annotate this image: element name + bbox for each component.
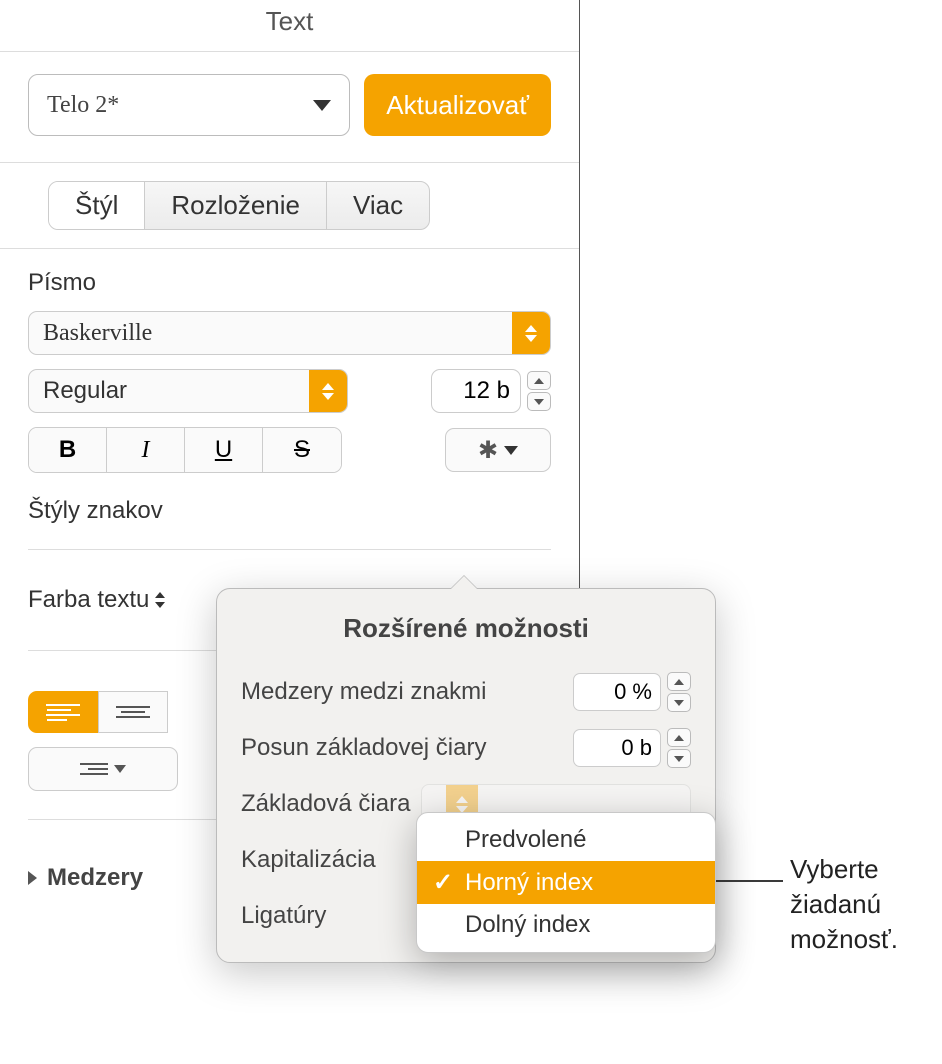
font-weight-value: Regular bbox=[29, 377, 309, 405]
align-center-button[interactable] bbox=[98, 691, 168, 733]
font-size-stepper[interactable] bbox=[527, 371, 551, 411]
baseline-label: Základová čiara bbox=[241, 790, 410, 818]
popup-button-icon bbox=[309, 370, 347, 412]
font-label: Písmo bbox=[28, 269, 551, 297]
decrease-indent-button[interactable] bbox=[28, 747, 178, 791]
popup-button-icon bbox=[512, 312, 550, 354]
capitalization-label: Kapitalizácia bbox=[241, 846, 376, 874]
tab-layout[interactable]: Rozloženie bbox=[145, 182, 327, 229]
menu-item-label: Horný index bbox=[465, 869, 593, 897]
text-color-stepper-icon[interactable] bbox=[155, 592, 165, 608]
baseline-menu-superscript[interactable]: Horný index bbox=[417, 861, 715, 904]
gear-icon: ✱ bbox=[478, 436, 498, 465]
chevron-down-icon bbox=[313, 100, 331, 111]
font-weight-select[interactable]: Regular bbox=[28, 369, 348, 413]
char-styles-label: Štýly znakov bbox=[28, 497, 551, 525]
baseline-menu: Predvolené Horný index Dolný index bbox=[416, 812, 716, 953]
baseline-menu-default[interactable]: Predvolené bbox=[417, 819, 715, 861]
stepper-down[interactable] bbox=[667, 693, 691, 712]
ligatures-label: Ligatúry bbox=[241, 902, 326, 930]
panel-title: Text bbox=[0, 0, 579, 52]
stepper-up[interactable] bbox=[667, 728, 691, 747]
baseline-shift-stepper[interactable] bbox=[667, 728, 691, 768]
stepper-down[interactable] bbox=[667, 749, 691, 768]
text-format-group: B I U S bbox=[28, 427, 342, 473]
baseline-shift-input[interactable] bbox=[573, 729, 661, 767]
underline-button[interactable]: U bbox=[185, 428, 263, 472]
strikethrough-button[interactable]: S bbox=[263, 428, 341, 472]
popover-title: Rozšírené možnosti bbox=[217, 613, 715, 644]
chevron-down-icon bbox=[504, 446, 518, 455]
stepper-up[interactable] bbox=[667, 672, 691, 691]
tab-more[interactable]: Viac bbox=[327, 182, 429, 229]
char-spacing-label: Medzery medzi znakmi bbox=[241, 678, 486, 706]
tab-style[interactable]: Štýl bbox=[49, 182, 145, 229]
paragraph-style-name: Telo 2* bbox=[47, 92, 119, 119]
advanced-options-button[interactable]: ✱ bbox=[445, 428, 551, 472]
char-spacing-input[interactable] bbox=[573, 673, 661, 711]
stepper-down[interactable] bbox=[527, 392, 551, 411]
font-family-select[interactable]: Baskerville bbox=[28, 311, 551, 355]
indent-icon bbox=[80, 763, 108, 775]
callout-line bbox=[715, 880, 783, 882]
check-icon bbox=[433, 868, 453, 897]
menu-item-label: Dolný index bbox=[465, 911, 590, 939]
font-family-value: Baskerville bbox=[29, 320, 512, 347]
text-color-label: Farba textu bbox=[28, 586, 149, 614]
baseline-menu-subscript[interactable]: Dolný index bbox=[417, 904, 715, 946]
italic-button[interactable]: I bbox=[107, 428, 185, 472]
text-tabs: Štýl Rozloženie Viac bbox=[48, 181, 430, 230]
align-left-button[interactable] bbox=[28, 691, 98, 733]
callout-text: Vyberte žiadanú možnosť. bbox=[790, 852, 940, 957]
stepper-up[interactable] bbox=[527, 371, 551, 390]
baseline-shift-label: Posun základovej čiary bbox=[241, 734, 486, 762]
spacing-label: Medzery bbox=[47, 864, 143, 892]
font-size-input[interactable] bbox=[431, 369, 521, 413]
chevron-down-icon bbox=[114, 765, 126, 773]
bold-button[interactable]: B bbox=[29, 428, 107, 472]
char-spacing-stepper[interactable] bbox=[667, 672, 691, 712]
menu-item-label: Predvolené bbox=[465, 826, 586, 854]
paragraph-style-select[interactable]: Telo 2* bbox=[28, 74, 350, 136]
disclosure-icon[interactable] bbox=[28, 871, 37, 885]
update-style-button[interactable]: Aktualizovať bbox=[364, 74, 551, 136]
